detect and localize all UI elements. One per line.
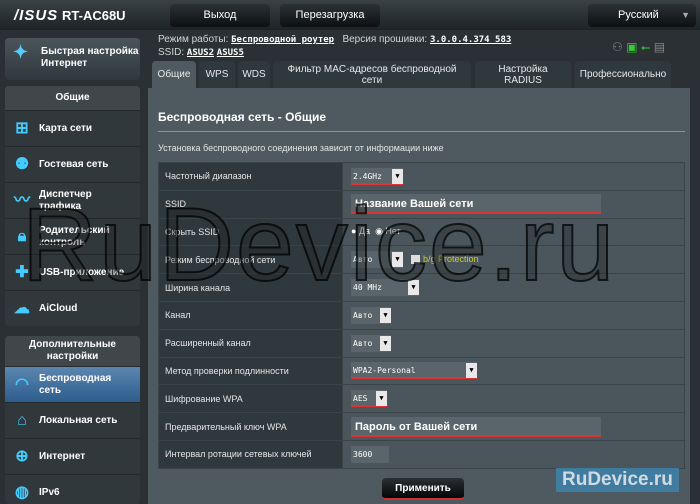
table-row: Частотный диапазон 2.4GHz ▼	[158, 162, 685, 191]
reboot-button[interactable]: Перезагрузка	[280, 4, 380, 27]
sidebar-item-internet[interactable]: ⊕ Интернет	[5, 438, 140, 474]
page-title: Беспроводная сеть - Общие	[158, 110, 327, 124]
bg-protection-label: b/g Protection	[423, 254, 479, 265]
settings-table: Частотный диапазон 2.4GHz ▼ SSID Название В…	[158, 162, 685, 469]
mode-select[interactable]: Авто ▼	[351, 251, 403, 269]
ipv6-icon: ◍	[15, 483, 29, 501]
cloud-icon: ☁	[14, 299, 30, 317]
radio-yes[interactable]: ● Да	[351, 226, 370, 236]
band-select[interactable]: 2.4GHz ▼	[351, 167, 403, 185]
sidebar-item-aicloud[interactable]: ☁ AiCloud	[5, 290, 140, 326]
mode-info: Режим работы: Беспроводной роутер Версия…	[158, 34, 512, 45]
magic-wand-icon: ✦	[13, 42, 29, 62]
key-interval-input[interactable]: 3600	[351, 445, 389, 463]
tab-radius[interactable]: Настройка RADIUS	[475, 61, 571, 88]
chevron-down-icon: ▼	[392, 168, 403, 184]
logout-button[interactable]: Выход	[170, 4, 270, 27]
wifi-icon: ◠	[15, 375, 29, 393]
mode-link[interactable]: Беспроводной роутер	[231, 35, 334, 45]
clients-icon[interactable]: ⚇	[612, 40, 623, 54]
model-name: RT-AC68U	[62, 8, 126, 23]
puzzle-icon: ✚	[15, 263, 29, 281]
table-row: Расширенный канал Авто ▼	[158, 328, 685, 358]
globe-icon: ⊕	[15, 447, 29, 465]
table-row: Скрыть SSID ● Да ◉ Нет	[158, 217, 685, 247]
tab-mac-filter[interactable]: Фильтр MAC-адресов беспроводной сети	[273, 61, 471, 88]
tab-wds[interactable]: WDS	[238, 61, 270, 88]
language-select[interactable]: Русский ▼	[588, 4, 696, 27]
quick-setup-button[interactable]: ✦ Быстрая настройка Интернет	[5, 38, 140, 80]
radio-no[interactable]: ◉ Нет	[375, 226, 401, 236]
sidebar-item-guest[interactable]: ⚉ Гостевая сеть	[5, 146, 140, 182]
auth-method-select[interactable]: WPA2-Personal ▼	[351, 362, 477, 380]
channel-width-select[interactable]: 40 MHz ▼	[351, 279, 419, 297]
ssid-info: SSID: ASUS2 ASUS5	[158, 47, 244, 58]
firmware-link[interactable]: 3.0.0.4.374_583	[430, 35, 511, 45]
table-row: Канал Авто ▼	[158, 300, 685, 330]
general-menu-title: Общие	[5, 86, 140, 110]
channel-select[interactable]: Авто ▼	[351, 306, 391, 324]
divider	[158, 131, 685, 132]
apply-button[interactable]: Применить	[382, 478, 464, 500]
printer-icon[interactable]: ▤	[654, 40, 665, 54]
tab-professional[interactable]: Профессионально	[575, 61, 671, 88]
sidebar-item-parental[interactable]: 🔒︎ Родительский контроль	[5, 218, 140, 254]
wpa-encryption-select[interactable]: AES ▼	[351, 390, 387, 408]
lock-icon: 🔒︎	[17, 227, 27, 245]
table-row: SSID Название Вашей сети	[158, 189, 685, 219]
ssid2-link[interactable]: ASUS5	[217, 48, 244, 58]
sidebar-item-lan[interactable]: ⌂ Локальная сеть	[5, 402, 140, 438]
network-map-icon: ⊞	[15, 119, 29, 137]
wpa-key-input[interactable]: Пароль от Вашей сети	[351, 416, 601, 437]
guest-icon: ⚉	[14, 155, 30, 173]
advanced-menu-title: Дополнительные настройки	[5, 336, 140, 366]
table-row: Интервал ротации сетевых ключей 3600	[158, 439, 685, 469]
table-row: Шифрование WPA AES ▼	[158, 384, 685, 414]
general-menu: Общие ⊞ Карта сети ⚉ Гостевая сеть 〰 Диспет…	[5, 86, 140, 326]
watermark-logo: RuDevice.ru	[556, 468, 679, 492]
network-icon[interactable]: ▣	[626, 40, 637, 54]
sidebar-item-network-map[interactable]: ⊞ Карта сети	[5, 110, 140, 146]
usb-icon[interactable]: ⭠	[641, 40, 651, 54]
language-value: Русский	[618, 9, 659, 21]
traffic-icon: 〰	[13, 191, 30, 209]
asus-logo: /ISUS	[14, 7, 59, 24]
ssid-input[interactable]: Название Вашей сети	[351, 194, 601, 215]
table-row: Режим беспроводной сети Авто ▼ b/g Protecti…	[158, 245, 685, 275]
advanced-menu: Дополнительные настройки ◠ Беспроводная с…	[5, 336, 140, 504]
page-subtitle: Установка беспроводного соединения завис…	[158, 143, 444, 153]
ssid1-link[interactable]: ASUS2	[187, 48, 214, 58]
table-row: Ширина канала 40 MHz ▼	[158, 273, 685, 302]
table-row: Метод проверки подлинности WPA2-Personal ▼	[158, 356, 685, 386]
sidebar-item-wireless[interactable]: ◠ Беспроводная сеть	[5, 366, 140, 402]
chevron-down-icon: ▼	[681, 10, 690, 20]
home-icon: ⌂	[17, 411, 27, 429]
sidebar-item-traffic[interactable]: 〰 Диспетчер трафика	[5, 182, 140, 218]
status-icons: ⚇ ▣ ⭠ ▤	[612, 40, 665, 55]
tab-wps[interactable]: WPS	[199, 61, 235, 88]
sidebar-item-usb[interactable]: ✚ USB-приложение	[5, 254, 140, 290]
sidebar-item-ipv6[interactable]: ◍ IPv6	[5, 474, 140, 504]
tab-general[interactable]: Общие	[152, 61, 196, 88]
bg-protection-checkbox[interactable]	[411, 255, 420, 265]
table-row: Предварительный ключ WPA Пароль от Вашей …	[158, 412, 685, 441]
quick-setup-label: Быстрая настройка Интернет	[41, 46, 139, 69]
ext-channel-select[interactable]: Авто ▼	[351, 334, 391, 352]
